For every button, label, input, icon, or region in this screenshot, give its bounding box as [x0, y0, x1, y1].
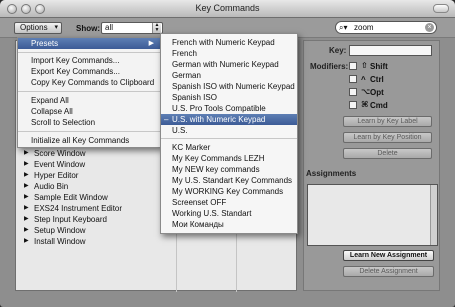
presets-submenu: French with Numeric Keypad French German… — [160, 33, 298, 234]
disclosure-triangle-icon[interactable]: ▶ — [24, 225, 29, 236]
selected-dash-icon: – — [164, 115, 169, 124]
menu-item-import[interactable]: Import Key Commands... — [18, 55, 160, 66]
ctrl-symbol-icon: ^ — [361, 75, 366, 84]
cmd-label: Cmd — [370, 101, 388, 110]
menu-item-collapse-all[interactable]: Collapse All — [18, 106, 160, 117]
key-commands-window: Key Commands Options ▾ Show: all ▲ ▼ ⌕▾ z… — [0, 0, 455, 307]
menu-item-initialize-all[interactable]: Initialize all Key Commands — [18, 135, 160, 146]
assignments-label: Assignments — [306, 169, 357, 178]
cmd-checkbox[interactable] — [349, 101, 357, 109]
menu-item-export[interactable]: Export Key Commands... — [18, 66, 160, 77]
disclosure-triangle-icon[interactable]: ▶ — [24, 148, 29, 159]
magnifier-icon: ⌕▾ — [339, 23, 348, 32]
preset-item-selected[interactable]: – U.S. with Numeric Keypad — [161, 114, 297, 125]
list-item-label: Step Input Keyboard — [34, 215, 107, 224]
list-item-label: Install Window — [34, 237, 86, 246]
show-filter-value: all — [105, 23, 114, 32]
key-assignment-panel: Key: Modifiers: ⇧ Shift ^ Ctrl ⌥ Opt ⌘ C… — [303, 40, 440, 291]
list-item[interactable]: ▶ Install Window — [16, 236, 296, 247]
options-label: Options — [20, 23, 48, 32]
list-item-label: Sample Edit Window — [34, 193, 108, 202]
show-label: Show: — [76, 24, 100, 33]
learn-by-key-position-button[interactable]: Learn by Key Position — [343, 132, 432, 143]
preset-item[interactable]: Spanish ISO — [161, 92, 297, 103]
assignments-list[interactable] — [307, 184, 438, 246]
preset-item[interactable]: My Key Commands LEZH — [161, 153, 297, 164]
toolbar-toggle-button[interactable] — [433, 4, 449, 13]
menu-separator — [18, 91, 160, 92]
disclosure-triangle-icon[interactable]: ▶ — [24, 214, 29, 225]
search-input[interactable]: zoom — [354, 23, 374, 32]
learn-new-assignment-button[interactable]: Learn New Assignment — [343, 250, 434, 261]
list-item-label: Event Window — [34, 160, 86, 169]
disclosure-triangle-icon[interactable]: ▶ — [24, 181, 29, 192]
list-item-label: Audio Bin — [34, 182, 69, 191]
clear-search-icon[interactable]: × — [425, 23, 434, 32]
menu-separator — [18, 131, 160, 132]
opt-symbol-icon: ⌥ — [361, 87, 371, 96]
preset-item[interactable]: French with Numeric Keypad — [161, 37, 297, 48]
preset-item[interactable]: My NEW key commands — [161, 164, 297, 175]
cmd-symbol-icon: ⌘ — [361, 100, 369, 109]
menu-item-label: Presets — [31, 39, 59, 48]
opt-checkbox[interactable] — [349, 88, 357, 96]
disclosure-triangle-icon[interactable]: ▶ — [24, 203, 29, 214]
preset-item[interactable]: Working U.S. Standart — [161, 208, 297, 219]
learn-by-key-label-button[interactable]: Learn by Key Label — [343, 116, 432, 127]
preset-item[interactable]: Spanish ISO with Numeric Keypad — [161, 81, 297, 92]
preset-item[interactable]: Мои Команды — [161, 219, 297, 230]
assignments-scrollbar[interactable] — [430, 185, 437, 245]
preset-item[interactable]: U.S. — [161, 125, 297, 136]
search-field[interactable]: ⌕▾ zoom × — [335, 21, 437, 34]
menu-separator — [18, 52, 160, 53]
preset-item[interactable]: U.S. Pro Tools Compatible — [161, 103, 297, 114]
disclosure-triangle-icon[interactable]: ▶ — [24, 192, 29, 203]
preset-item[interactable]: French — [161, 48, 297, 59]
disclosure-triangle-icon[interactable]: ▶ — [24, 170, 29, 181]
options-menu-button[interactable]: Options ▾ — [14, 22, 62, 34]
menu-item-copy-to-clipboard[interactable]: Copy Key Commands to Clipboard — [18, 77, 160, 88]
list-item-label: EXS24 Instrument Editor — [34, 204, 123, 213]
modifiers-label: Modifiers: — [310, 62, 349, 71]
preset-item[interactable]: German with Numeric Keypad — [161, 59, 297, 70]
options-menu: Presets ▶ Import Key Commands... Export … — [17, 37, 161, 148]
title-bar: Key Commands — [0, 0, 455, 18]
preset-item[interactable]: Screenset OFF — [161, 197, 297, 208]
menu-item-scroll-to-selection[interactable]: Scroll to Selection — [18, 117, 160, 128]
ctrl-label: Ctrl — [370, 75, 384, 84]
show-filter-select[interactable]: all ▲ ▼ — [101, 22, 163, 34]
menu-item-presets[interactable]: Presets ▶ — [18, 38, 160, 49]
preset-item[interactable]: German — [161, 70, 297, 81]
list-item-label: Hyper Editor — [34, 171, 79, 180]
opt-label: Opt — [370, 88, 384, 97]
shift-label: Shift — [370, 62, 388, 71]
list-item-label: Score Window — [34, 149, 86, 158]
ctrl-checkbox[interactable] — [349, 75, 357, 83]
preset-item[interactable]: My WORKING Key Commands — [161, 186, 297, 197]
disclosure-triangle-icon[interactable]: ▶ — [24, 159, 29, 170]
shift-checkbox[interactable] — [349, 62, 357, 70]
delete-button[interactable]: Delete — [343, 148, 432, 159]
disclosure-triangle-icon[interactable]: ▶ — [24, 236, 29, 247]
window-title: Key Commands — [195, 3, 260, 13]
delete-assignment-button[interactable]: Delete Assignment — [343, 266, 434, 277]
menu-item-expand-all[interactable]: Expand All — [18, 95, 160, 106]
key-label: Key: — [329, 46, 347, 55]
updown-arrows-icon: ▲ ▼ — [152, 23, 161, 33]
key-field[interactable] — [349, 45, 432, 56]
preset-item-label: U.S. with Numeric Keypad — [172, 115, 266, 124]
submenu-arrow-icon: ▶ — [148, 40, 154, 47]
menu-separator — [161, 138, 297, 139]
chevron-down-icon: ▾ — [54, 24, 58, 31]
preset-item[interactable]: KC Marker — [161, 142, 297, 153]
shift-symbol-icon: ⇧ — [361, 61, 368, 70]
list-item-label: Setup Window — [34, 226, 86, 235]
preset-item[interactable]: My U.S. Standart Key Commands — [161, 175, 297, 186]
